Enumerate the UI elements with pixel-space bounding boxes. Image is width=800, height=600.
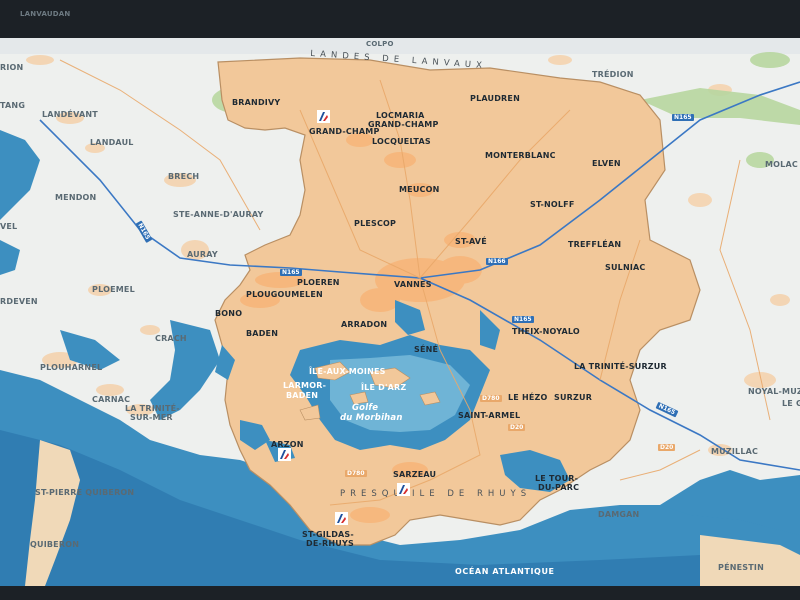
road-shield-n165-west: N165: [280, 269, 302, 276]
place-colpo: COLPO: [366, 40, 394, 48]
place-molac: MOLAC: [765, 160, 798, 169]
place-quiberon: QUIBERON: [30, 540, 80, 549]
harbor-logo-icon: [335, 512, 348, 525]
place-st-ave: ST-AVÉ: [455, 237, 487, 246]
presquile-de-rhuys-label: PRESQU'ILE DE RHUYS: [340, 489, 532, 499]
place-erdeven: RDEVEN: [0, 297, 38, 306]
place-monterblanc: MONTERBLANC: [485, 151, 556, 160]
place-le-tour-du-parc-1: LE TOUR-: [535, 474, 579, 483]
place-mendon: MENDON: [55, 193, 97, 202]
place-la-trinite-1: LA TRINITÉ-: [125, 404, 180, 413]
golfe-label-line2: du Morbihan: [340, 413, 403, 423]
map-panel: LANDES DE LANVAUX PRESQU'ILE DE RHUYS Go…: [0, 0, 800, 600]
glare: [0, 38, 800, 54]
place-st-pierre: ST-PIERRE QUIBERON: [35, 488, 135, 497]
place-larmor-baden-2: BADEN: [286, 391, 319, 400]
harbor-logo-icon: [397, 483, 410, 496]
place-theix-noyalo: THEIX-NOYALO: [512, 327, 580, 336]
place-brech: BRECH: [168, 172, 200, 181]
place-larmor-baden-1: LARMOR-: [283, 381, 327, 390]
place-muzillac: MUZILLAC: [711, 447, 759, 456]
place-vannes: VANNES: [394, 280, 432, 289]
road-shield-d20b: D20: [508, 424, 526, 431]
place-rion: RION: [0, 63, 24, 72]
place-ploeren: PLOEREN: [297, 278, 340, 287]
road-shield-d20: D20: [658, 444, 676, 451]
place-landevant: LANDÉVANT: [42, 110, 98, 119]
place-plescop: PLESCOP: [354, 219, 397, 228]
place-carnac: CARNAC: [92, 395, 131, 404]
road-shield-n166: N166: [486, 258, 508, 265]
place-le-g: LE G: [782, 399, 800, 408]
place-landaul: LANDAUL: [90, 138, 134, 147]
place-surzur: SURZUR: [554, 393, 593, 402]
road-shield-d780b: D780: [345, 470, 367, 477]
place-ile-d-arz: ÎLE D'ARZ: [361, 383, 407, 392]
place-st-nolff: ST-NOLFF: [530, 200, 575, 209]
place-brandivy: BRANDIVY: [232, 98, 281, 107]
place-ste-anne: STE-ANNE-D'AURAY: [173, 210, 264, 219]
place-le-tour-du-parc-2: DU-PARC: [538, 483, 580, 492]
place-crach: CRACH: [155, 334, 187, 343]
place-plouharnel: PLOUHARNEL: [40, 363, 103, 372]
place-arradon: ARRADON: [341, 320, 388, 329]
place-sene: SÉNÉ: [414, 345, 439, 354]
place-lanvaudan: LANVAUDAN: [20, 10, 71, 18]
place-st-gildas-2: DE-RHUYS: [306, 539, 354, 548]
place-elven: ELVEN: [592, 159, 621, 168]
place-etang: TANG: [0, 101, 26, 110]
place-st-gildas-1: ST-GILDAS-: [302, 530, 354, 539]
road-shield-d780: D780: [480, 395, 502, 402]
place-bono: BONO: [215, 309, 243, 318]
road-shield-n165-east: N165: [512, 316, 534, 323]
map-canvas: [0, 0, 800, 600]
place-evel: VEL: [0, 222, 18, 231]
place-saint-armel: SAINT-ARMEL: [458, 411, 521, 420]
harbor-logo-icon: [317, 110, 330, 123]
road-shield-n165-north: N165: [672, 114, 694, 121]
place-baden: BADEN: [246, 329, 279, 338]
ocean-atlantique-label: OCÉAN ATLANTIQUE: [455, 567, 555, 576]
place-trefflean: TREFFLÉAN: [568, 240, 622, 249]
place-auray: AURAY: [187, 250, 218, 259]
place-la-trinite-2: SUR-MER: [130, 413, 173, 422]
place-damgan: DAMGAN: [598, 510, 640, 519]
place-ploemel: PLOEMEL: [92, 285, 135, 294]
harbor-logo-icon: [278, 448, 291, 461]
place-ile-aux-moines: ÎLE-AUX-MOINES: [309, 367, 386, 376]
place-sarzeau: SARZEAU: [393, 470, 437, 479]
place-tredion: TRÉDION: [592, 70, 634, 79]
place-plougoumelen: PLOUGOUMELEN: [246, 290, 323, 299]
place-locmaria-1: LOCMARIA: [376, 111, 425, 120]
place-sulniac: SULNIAC: [605, 263, 646, 272]
place-meucon: MEUCON: [399, 185, 440, 194]
place-locmaria-2: GRAND-CHAMP: [368, 120, 439, 129]
place-penestin: PÉNESTIN: [718, 563, 764, 572]
place-locqueltas: LOCQUELTAS: [372, 137, 431, 146]
place-la-trinite-surzur: LA TRINITÉ-SURZUR: [574, 362, 667, 371]
place-plaudren: PLAUDREN: [470, 94, 520, 103]
place-le-hezo: LE HÉZO: [508, 393, 548, 402]
golfe-label-line1: Golfe: [352, 403, 379, 413]
place-noyal-muz: NOYAL-MUZ: [748, 387, 800, 396]
